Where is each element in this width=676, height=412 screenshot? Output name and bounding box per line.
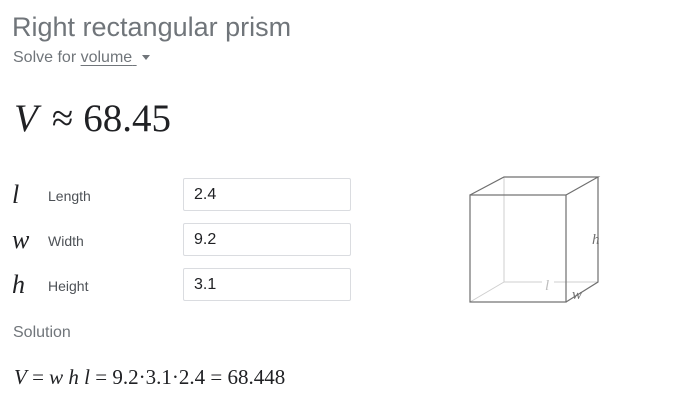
chevron-down-icon[interactable] xyxy=(141,55,150,61)
solution-lhs: V xyxy=(14,365,27,389)
variable-row-length: l Length xyxy=(12,178,354,212)
solve-for-value: volume xyxy=(80,49,133,66)
variable-symbol: l xyxy=(12,180,20,209)
height-dimension-label: h xyxy=(592,232,600,248)
page-title: Right rectangular prism xyxy=(12,12,292,42)
solve-for-row: Solve for volume xyxy=(13,49,150,67)
variable-symbol: w xyxy=(12,225,30,254)
variable-row-height: h Height xyxy=(12,268,354,302)
front-face xyxy=(469,194,567,303)
length-input[interactable] xyxy=(183,178,351,211)
variable-row-width: w Width xyxy=(12,223,354,257)
variable-label: Width xyxy=(48,233,84,249)
solution-result: 68.448 xyxy=(227,365,286,389)
width-dimension-label: w xyxy=(572,287,582,303)
result-symbol: V xyxy=(14,97,38,140)
solve-for-prefix: Solve for xyxy=(13,49,77,66)
solution-equation: V = w h l = 9.2·3.1·2.4 = 68.448 xyxy=(14,365,286,389)
variable-label: Length xyxy=(48,188,91,204)
variable-symbol: h xyxy=(12,270,25,299)
top-face xyxy=(469,176,601,196)
variable-label: Height xyxy=(48,278,89,294)
height-input[interactable] xyxy=(183,268,351,301)
approx-sign: ≈ xyxy=(51,97,74,140)
width-input[interactable] xyxy=(183,223,351,256)
hidden-edge xyxy=(469,281,505,303)
length-dimension-label: l xyxy=(545,278,549,294)
result-display: V ≈68.45 xyxy=(14,96,171,141)
result-value: 68.45 xyxy=(83,97,171,140)
solution-label: Solution xyxy=(13,324,71,341)
solve-for-dropdown[interactable]: volume xyxy=(81,49,137,66)
solution-numeric: 9.2·3.1·2.4 xyxy=(112,365,206,389)
solution-formula: w h l xyxy=(49,365,91,389)
prism-diagram: h l w xyxy=(469,176,601,303)
